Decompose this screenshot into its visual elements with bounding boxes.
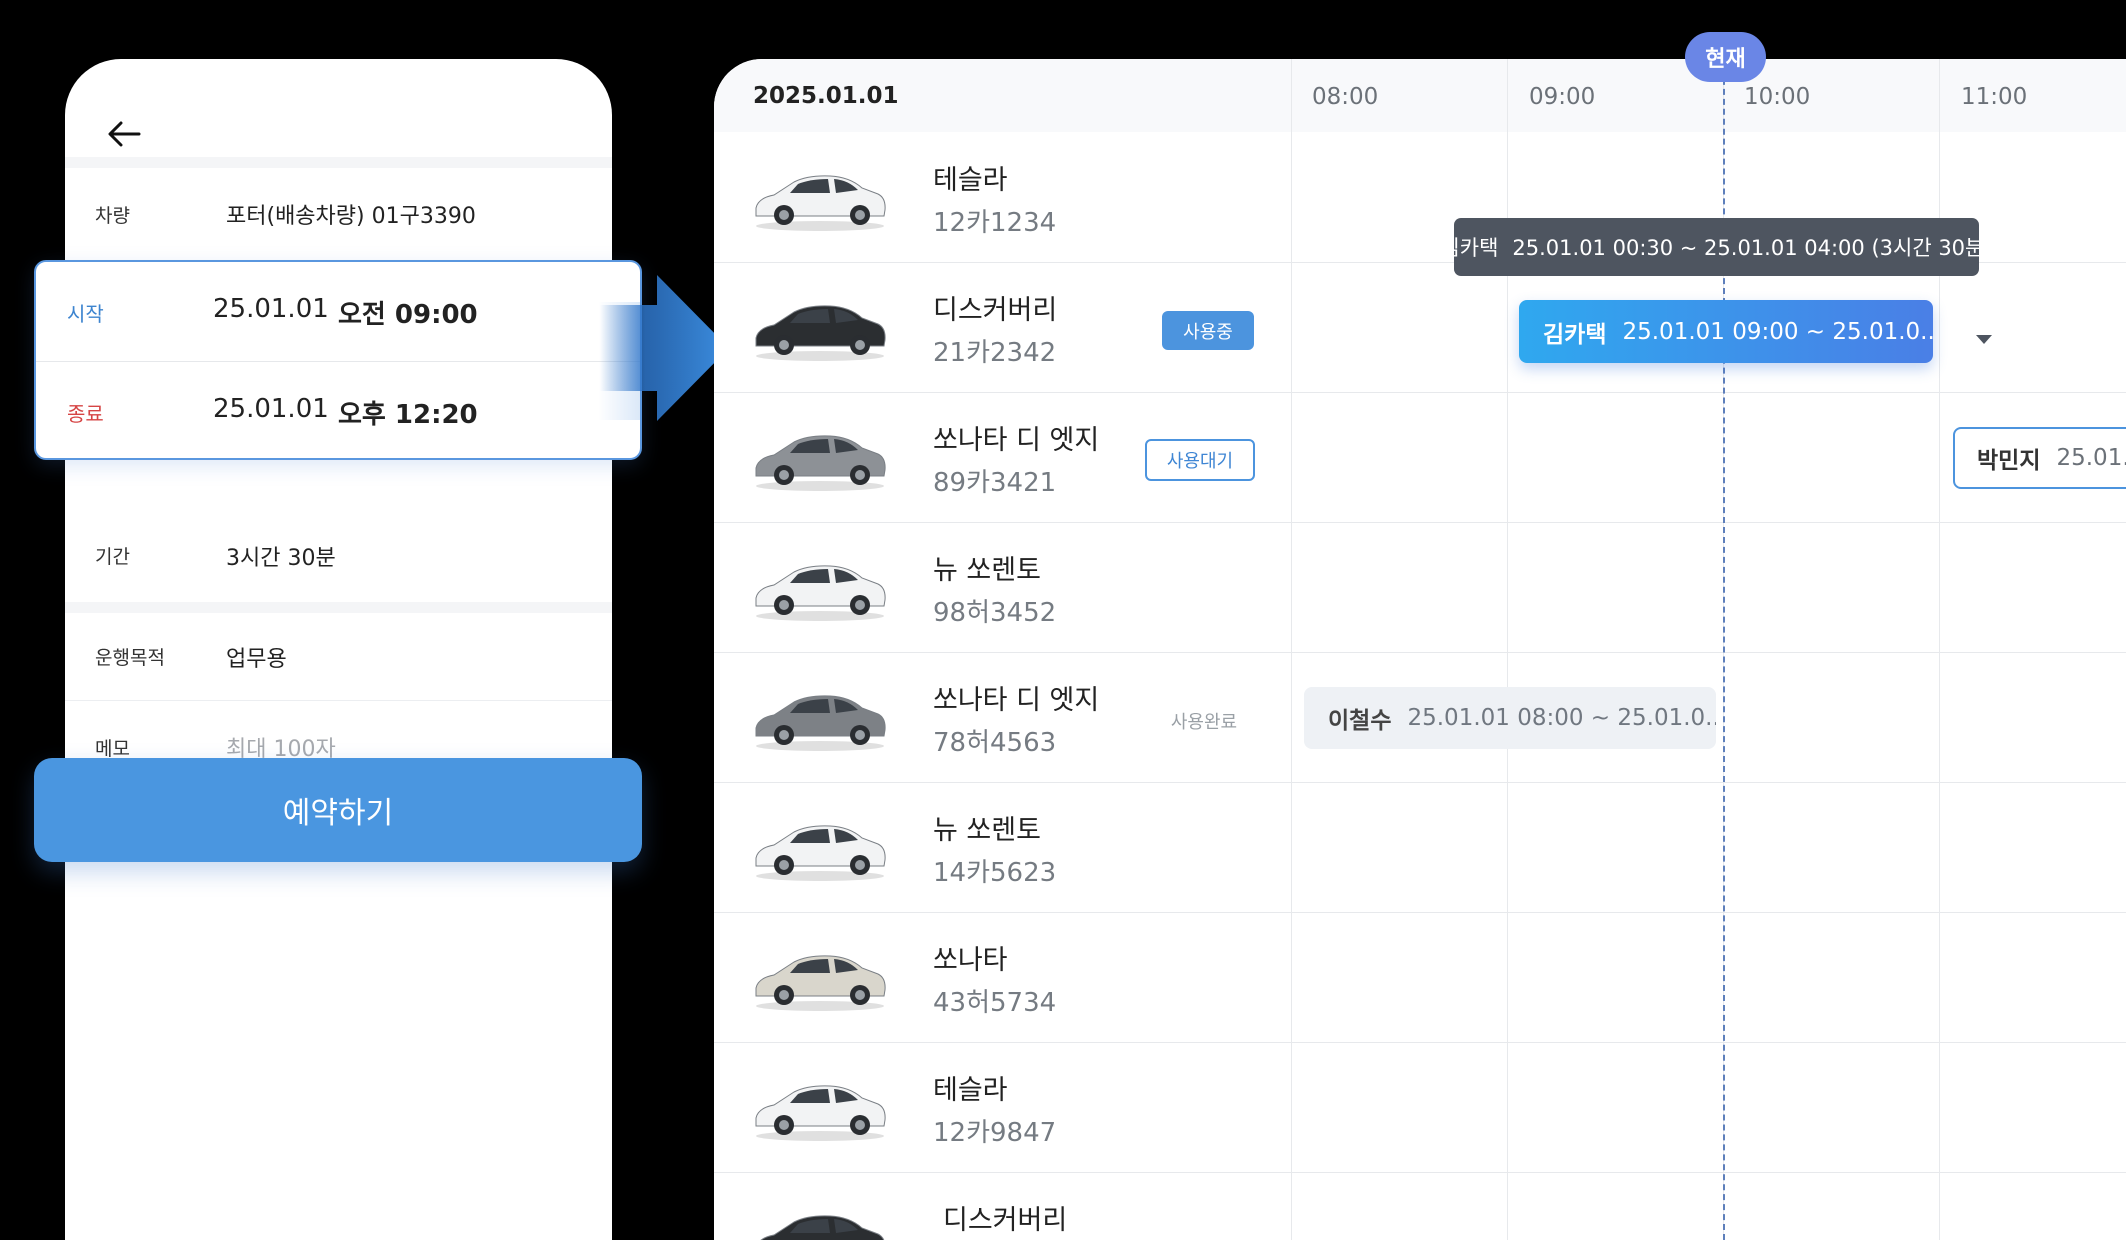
vehicle-name: 쏘나타 디 엣지: [933, 425, 1100, 456]
back-arrow-icon: [108, 121, 141, 147]
purpose-value: 업무용: [226, 646, 287, 672]
grid-line: [1291, 59, 1292, 1240]
vehicle-plate: 14카5623: [933, 858, 1057, 888]
vehicle-plate: 12카9847: [933, 1118, 1057, 1148]
purpose-row[interactable]: 운행목적 업무용: [65, 613, 612, 700]
end-time-row[interactable]: 종료 25.01.01 오후 12:20: [36, 361, 640, 458]
end-time[interactable]: 오후 12:20: [338, 394, 478, 431]
vehicle-row[interactable]: 뉴 쏘렌토 14카5623: [714, 782, 1291, 912]
vehicle-row[interactable]: 테슬라 12카9847: [714, 1042, 1291, 1172]
vehicle-label: 차량: [95, 204, 130, 227]
car-image-icon: [755, 175, 886, 231]
duration-row: 기간 3시간 30분: [65, 509, 612, 602]
section-divider: [65, 602, 612, 613]
section-divider: [65, 157, 612, 168]
vehicle-row[interactable]: 쏘나타 디 엣지 78허4563 사용완료: [714, 652, 1291, 782]
vehicle-name: 쏘나타 디 엣지: [933, 685, 1100, 716]
vehicle-plate: 78허4563: [933, 728, 1057, 758]
purpose-label: 운행목적: [95, 647, 165, 669]
vehicle-row[interactable]: 쏘나타 디 엣지 89카3421 사용대기: [714, 392, 1291, 522]
vehicle-value: 포터(배송차량) 01구3390: [226, 204, 476, 229]
end-label: 종료: [67, 402, 104, 426]
booking-range: 25.01.01 08:00 ~ 25.01.0...: [1407, 705, 1716, 731]
car-image-icon: [755, 1085, 886, 1141]
tooltip-pointer: [1976, 335, 1992, 344]
status-badge: 사용중: [1162, 311, 1254, 350]
start-time[interactable]: 오전 09:00: [338, 294, 478, 331]
vehicle-name: 테슬라: [933, 1075, 1008, 1106]
end-date[interactable]: 25.01.01: [213, 394, 329, 424]
booking-bar-completed[interactable]: 이철수 25.01.01 08:00 ~ 25.01.0...: [1304, 687, 1716, 749]
vehicle-schedule-panel: 2025.01.01 08:00 09:00 10:00 11:00 테슬라 1…: [714, 59, 2126, 1240]
vehicle-name: 뉴 쏘렌토: [933, 815, 1041, 846]
vehicle-name: 디스커버리: [943, 1205, 1068, 1236]
booking-tooltip: 김카택 25.01.01 00:30 ~ 25.01.01 04:00 (3시간…: [1440, 218, 1993, 276]
current-time-badge: 현재: [1685, 32, 1766, 82]
booking-range: 25.01.01 09:00 ~ 25.01.0...: [1622, 318, 1933, 345]
start-time-row[interactable]: 시작 25.01.01 오전 09:00: [36, 262, 640, 361]
start-date[interactable]: 25.01.01: [213, 294, 329, 324]
tooltip-name: 김카택: [1440, 236, 1499, 260]
reservation-form-panel: 차량 포터(배송차량) 01구3390 기간 3시간 30분 운행목적 업무용 …: [65, 59, 612, 1240]
booking-name: 김카택: [1543, 321, 1607, 348]
vehicle-plate: 12카1234: [933, 208, 1057, 238]
vehicle-name: 쏘나타: [933, 945, 1008, 976]
vehicle-plate: 43허5734: [933, 988, 1057, 1018]
duration-value: 3시간 30분: [226, 545, 336, 571]
vehicle-name: 디스커버리: [933, 295, 1058, 326]
hour-label: 10:00: [1744, 84, 1811, 110]
booking-bar-pending[interactable]: 박민지 25.01.0: [1953, 427, 2126, 489]
vehicle-row[interactable]: 차량 포터(배송차량) 01구3390: [65, 168, 612, 260]
vehicle-name: 테슬라: [933, 165, 1008, 196]
hour-label: 08:00: [1312, 84, 1379, 110]
vehicle-row[interactable]: 디스커버리 21카2342 사용중: [714, 262, 1291, 392]
booking-name: 이철수: [1328, 708, 1392, 734]
status-badge: 사용대기: [1145, 439, 1255, 481]
memo-label: 메모: [95, 737, 130, 760]
car-image-icon: [755, 305, 886, 361]
reserve-button[interactable]: 예약하기: [34, 758, 642, 862]
car-image-icon: [755, 695, 886, 751]
tooltip-range: 25.01.01 00:30 ~ 25.01.01 04:00 (3시간 30분…: [1512, 236, 1993, 260]
start-label: 시작: [67, 302, 104, 326]
car-image-icon: [755, 955, 886, 1011]
booking-range: 25.01.0: [2056, 445, 2126, 471]
hour-label: 11:00: [1961, 84, 2028, 110]
status-badge: 사용완료: [1170, 712, 1238, 733]
vehicle-row[interactable]: 쏘나타 43허5734: [714, 912, 1291, 1042]
schedule-header: 2025.01.01 08:00 09:00 10:00 11:00: [714, 59, 2126, 132]
vehicle-plate: 21카2342: [933, 338, 1057, 368]
duration-label: 기간: [95, 546, 130, 568]
vehicle-plate: 98허3452: [933, 598, 1057, 628]
booking-bar-active[interactable]: 김카택 25.01.01 09:00 ~ 25.01.0...: [1519, 300, 1933, 363]
vehicle-plate: 89카3421: [933, 468, 1057, 498]
vehicle-row[interactable]: 테슬라 12카1234: [714, 132, 1291, 262]
pointer-arrow-icon: [600, 275, 729, 421]
car-image-icon: [755, 825, 886, 881]
car-image-icon: [760, 1215, 885, 1240]
car-image-icon: [755, 565, 886, 621]
booking-name: 박민지: [1977, 448, 2041, 474]
car-image-icon: [755, 435, 886, 491]
vehicle-row[interactable]: 뉴 쏘렌토 98허3452: [714, 522, 1291, 652]
schedule-date: 2025.01.01: [753, 83, 899, 109]
start-end-time-card: 시작 25.01.01 오전 09:00 종료 25.01.01 오후 12:2…: [34, 260, 642, 460]
vehicle-name: 뉴 쏘렌토: [933, 555, 1041, 586]
hour-label: 09:00: [1529, 84, 1596, 110]
vehicle-row[interactable]: 디스커버리: [714, 1172, 1291, 1240]
